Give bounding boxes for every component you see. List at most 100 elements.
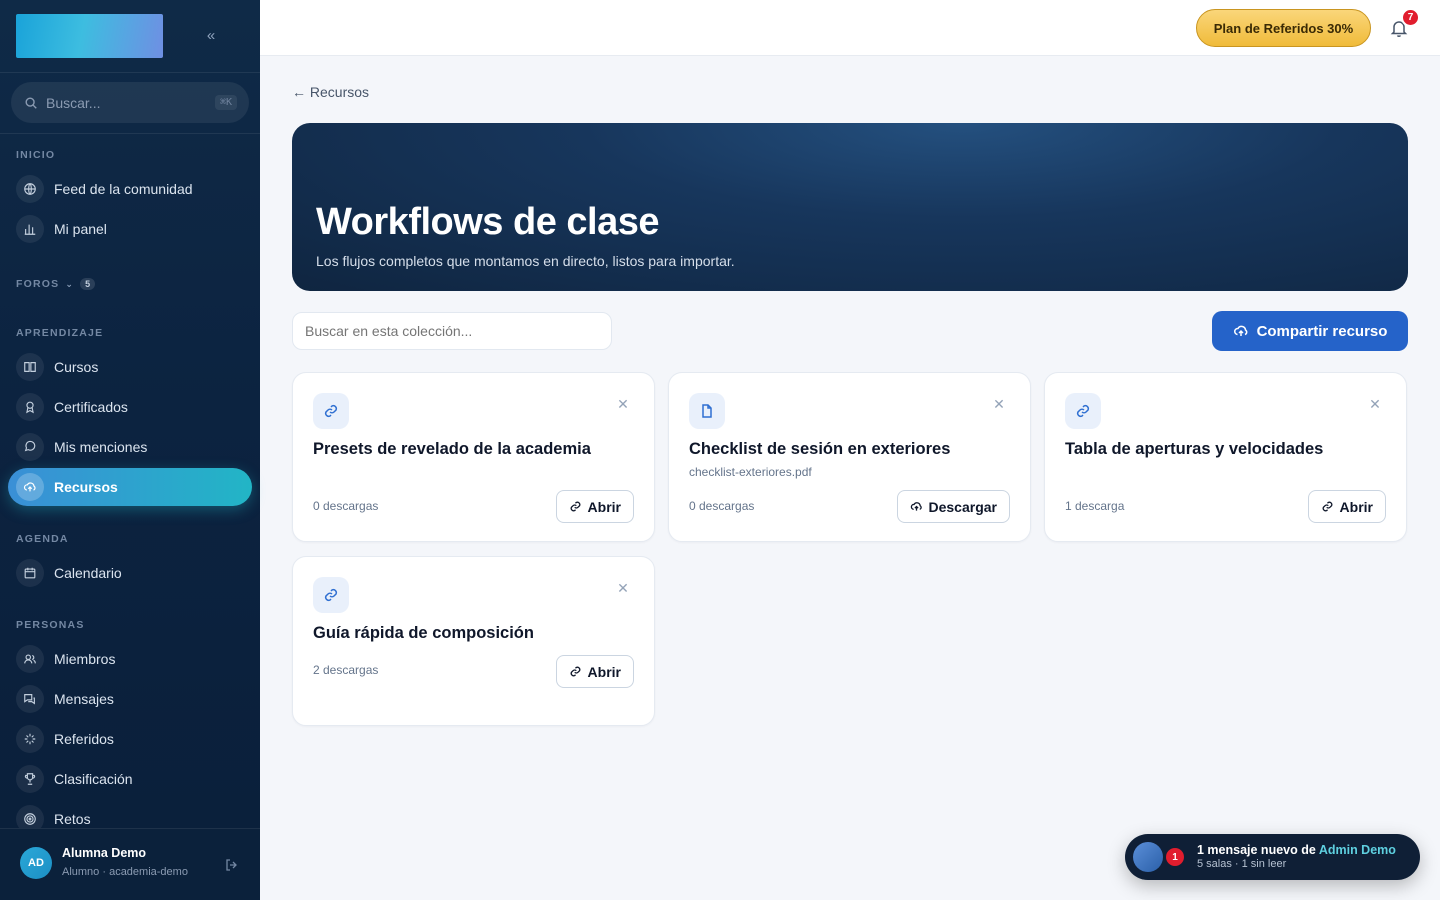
- sidebar-item-label: Cursos: [54, 359, 99, 375]
- user-role: Alumno · academia-demo: [62, 866, 188, 878]
- toast-message: 1 mensaje nuevo de Admin Demo: [1197, 843, 1396, 857]
- resource-filename: checklist-exteriores.pdf: [689, 465, 812, 479]
- close-icon[interactable]: ✕: [616, 581, 630, 595]
- brand-logo[interactable]: [16, 14, 163, 58]
- sidebar-item-label: Retos: [54, 811, 91, 827]
- resource-card: ✕ Guía rápida de composición 2 descargas…: [292, 556, 655, 726]
- calendar-icon: [16, 559, 44, 587]
- resource-title: Presets de revelado de la academia: [313, 440, 591, 458]
- search-shortcut: ⌘K: [214, 95, 237, 110]
- book-icon: [16, 353, 44, 381]
- resource-title: Checklist de sesión en exteriores: [689, 440, 951, 458]
- open-resource-button[interactable]: Abrir: [555, 490, 634, 523]
- award-icon: [16, 393, 44, 421]
- new-message-toast[interactable]: 1 1 mensaje nuevo de Admin Demo 5 salas …: [1125, 834, 1420, 880]
- user-profile[interactable]: AD Alumna Demo Alumno · academia-demo: [0, 828, 260, 900]
- toast-subtitle: 5 salas · 1 sin leer: [1197, 858, 1287, 870]
- open-resource-button[interactable]: Abrir: [555, 655, 634, 688]
- close-icon[interactable]: ✕: [1368, 397, 1382, 411]
- sidebar-item-clasificacion[interactable]: Clasificación: [8, 760, 252, 798]
- link-icon: [570, 501, 580, 512]
- open-resource-label: Abrir: [1339, 498, 1373, 515]
- cloud-upload-icon: [1233, 325, 1247, 336]
- link-icon: [1065, 393, 1101, 429]
- sidebar-item-label: Miembros: [54, 651, 116, 667]
- toast-sender: Admin Demo: [1318, 843, 1396, 857]
- referral-plan-button[interactable]: Plan de Referidos 30%: [1196, 9, 1371, 47]
- sidebar-item-label: Mi panel: [54, 221, 107, 237]
- resource-card: ✕ Checklist de sesión en exteriores chec…: [668, 372, 1031, 542]
- messages-icon: [16, 685, 44, 713]
- cloud-upload-icon: [910, 502, 922, 511]
- resource-downloads: 0 descargas: [313, 499, 379, 513]
- resource-downloads: 2 descargas: [313, 663, 379, 677]
- link-icon: [1322, 501, 1332, 512]
- section-foros-toggle[interactable]: FOROS ⌄ 5: [16, 278, 96, 290]
- divider: [0, 72, 260, 73]
- sparkle-icon: [16, 725, 44, 753]
- download-resource-label: Descargar: [928, 498, 998, 515]
- sidebar-search[interactable]: Buscar... ⌘K: [11, 82, 249, 123]
- sidebar-item-label: Certificados: [54, 399, 128, 415]
- share-resource-label: Compartir recurso: [1256, 322, 1388, 340]
- sidebar-search-placeholder: Buscar...: [46, 94, 101, 111]
- section-label-personas: PERSONAS: [16, 619, 85, 631]
- logout-icon[interactable]: [224, 857, 240, 873]
- sidebar-item-cursos[interactable]: Cursos: [8, 348, 252, 386]
- section-label-agenda: AGENDA: [16, 533, 69, 545]
- cloud-upload-icon: [16, 473, 44, 501]
- sidebar-item-certificados[interactable]: Certificados: [8, 388, 252, 426]
- page-subtitle: Los flujos completos que montamos en dir…: [316, 253, 735, 269]
- section-label-aprendizaje: APRENDIZAJE: [16, 327, 104, 339]
- resource-downloads: 0 descargas: [689, 499, 755, 513]
- globe-icon: [16, 175, 44, 203]
- link-icon: [570, 666, 580, 677]
- sidebar-item-mensajes[interactable]: Mensajes: [8, 680, 252, 718]
- sidebar-item-feed[interactable]: Feed de la comunidad: [8, 170, 252, 208]
- trophy-icon: [16, 765, 44, 793]
- page-title: Workflows de clase: [316, 201, 659, 243]
- sidebar-item-calendario[interactable]: Calendario: [8, 554, 252, 592]
- sidebar-item-label: Mensajes: [54, 691, 114, 707]
- back-link[interactable]: ← Recursos: [292, 84, 369, 100]
- message-icon: [16, 433, 44, 461]
- unread-badge: 1: [1166, 848, 1184, 866]
- link-icon: [313, 577, 349, 613]
- resource-title: Guía rápida de composición: [313, 624, 534, 642]
- sidebar-item-label: Clasificación: [54, 771, 133, 787]
- sidebar-item-menciones[interactable]: Mis menciones: [8, 428, 252, 466]
- download-resource-button[interactable]: Descargar: [896, 490, 1010, 523]
- sidebar-item-miembros[interactable]: Miembros: [8, 640, 252, 678]
- user-name: Alumna Demo: [62, 846, 147, 860]
- open-resource-label: Abrir: [587, 663, 621, 680]
- resource-card: ✕ Tabla de aperturas y velocidades 1 des…: [1044, 372, 1407, 542]
- sidebar-item-label: Calendario: [54, 565, 122, 581]
- divider: [0, 133, 260, 134]
- collection-search-input[interactable]: [292, 312, 612, 350]
- bar-chart-icon: [16, 215, 44, 243]
- sidebar-item-recursos[interactable]: Recursos: [8, 468, 252, 506]
- sidebar-item-label: Referidos: [54, 731, 114, 747]
- open-resource-button[interactable]: Abrir: [1307, 490, 1386, 523]
- close-icon[interactable]: ✕: [616, 397, 630, 411]
- open-resource-label: Abrir: [587, 498, 621, 515]
- sidebar-item-label: Recursos: [54, 479, 118, 495]
- sidebar: « Buscar... ⌘K INICIO Feed de la comunid…: [0, 0, 260, 900]
- sidebar-item-label: Feed de la comunidad: [54, 181, 193, 197]
- notification-badge: 7: [1401, 8, 1420, 27]
- share-resource-button[interactable]: Compartir recurso: [1212, 311, 1408, 351]
- chevron-down-icon: ⌄: [65, 278, 75, 289]
- file-icon: [689, 393, 725, 429]
- section-label-foros: FOROS: [16, 278, 60, 290]
- close-icon[interactable]: ✕: [992, 397, 1006, 411]
- resource-downloads: 1 descarga: [1065, 499, 1125, 513]
- resource-card: ✕ Presets de revelado de la academia 0 d…: [292, 372, 655, 542]
- hero-banner: Workflows de clase Los flujos completos …: [292, 123, 1408, 291]
- sender-avatar: [1133, 842, 1163, 872]
- link-icon: [313, 393, 349, 429]
- search-icon: [25, 96, 37, 109]
- resource-title: Tabla de aperturas y velocidades: [1065, 440, 1324, 458]
- sidebar-item-referidos[interactable]: Referidos: [8, 720, 252, 758]
- collapse-sidebar-icon[interactable]: «: [200, 26, 222, 46]
- sidebar-item-mi-panel[interactable]: Mi panel: [8, 210, 252, 248]
